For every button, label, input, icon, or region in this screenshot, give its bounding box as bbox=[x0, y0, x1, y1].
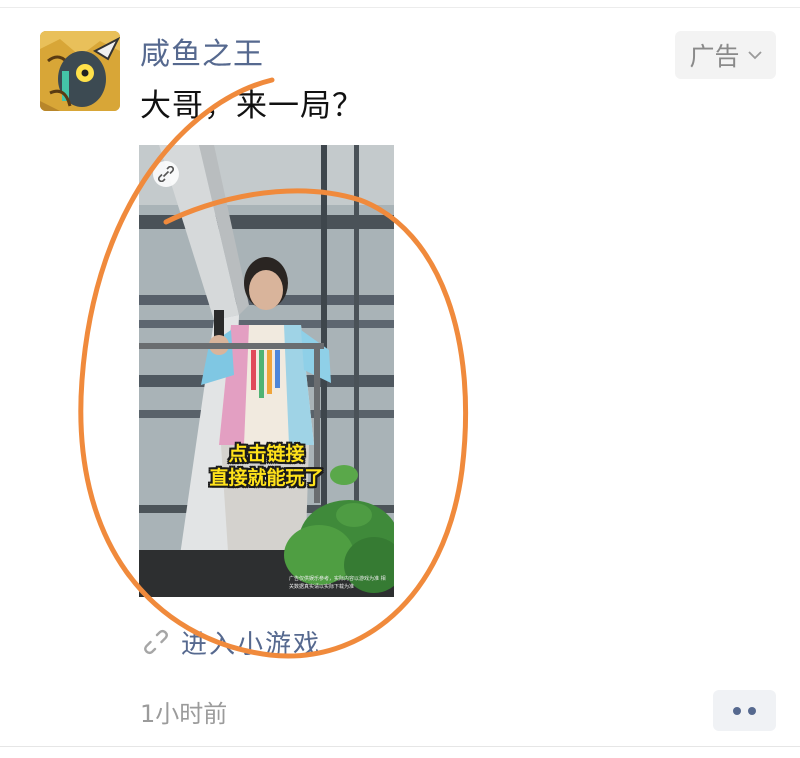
video-caption-line2: 直接就能玩了 bbox=[209, 467, 324, 489]
post-time: 1小时前 bbox=[140, 700, 228, 728]
ad-video-thumbnail[interactable]: 点击链接 直接就能玩了 广告仅供娱乐参考，实际内容以游戏为准 相关数据真实请以实… bbox=[139, 145, 394, 597]
username[interactable]: 咸鱼之王 bbox=[140, 34, 264, 76]
more-button[interactable] bbox=[713, 690, 776, 731]
ad-label: 广告 bbox=[689, 42, 740, 71]
avatar[interactable] bbox=[40, 31, 120, 111]
post-text: 大哥，来一局？ bbox=[140, 88, 364, 124]
chevron-down-icon bbox=[747, 51, 762, 60]
hand-drawn-annotation bbox=[78, 77, 469, 659]
avatar-illustration bbox=[40, 31, 120, 111]
more-dots-icon bbox=[733, 706, 741, 715]
enter-mini-game-label: 进入小游戏 bbox=[181, 629, 322, 660]
more-dots-icon bbox=[748, 706, 756, 715]
link-icon bbox=[144, 629, 168, 655]
ad-badge[interactable]: 广告 bbox=[675, 31, 776, 79]
top-divider bbox=[0, 7, 800, 8]
link-icon bbox=[153, 161, 179, 187]
video-frame bbox=[139, 145, 394, 597]
bottom-divider bbox=[0, 746, 800, 747]
enter-mini-game-link[interactable]: 进入小游戏 bbox=[143, 622, 321, 662]
video-caption-line1: 点击链接 bbox=[228, 443, 305, 465]
video-disclaimer: 广告仅供娱乐参考，实际内容以游戏为准 相关数据真实请以实际下载为准 bbox=[289, 576, 386, 590]
